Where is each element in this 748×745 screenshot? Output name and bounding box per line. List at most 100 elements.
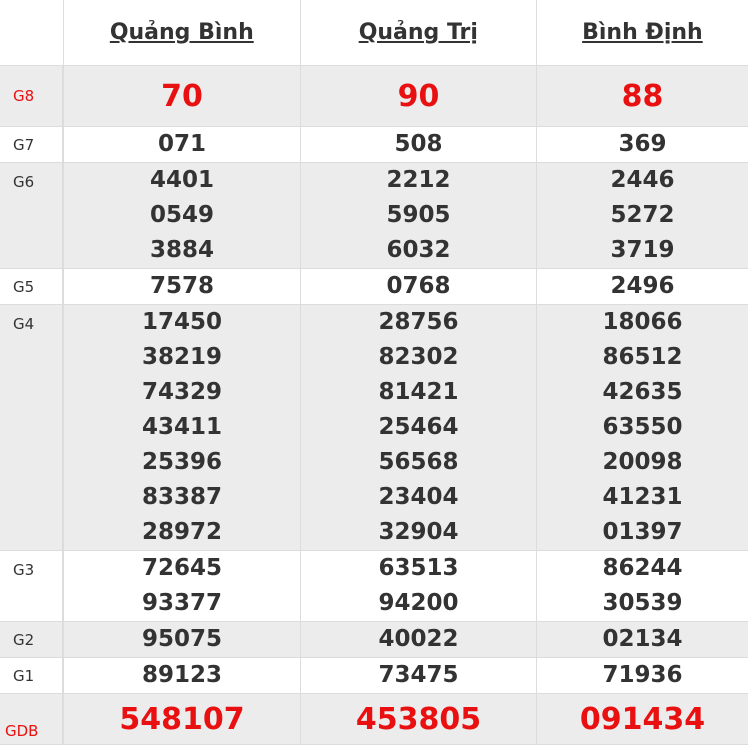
result-cell: 70 — [63, 66, 300, 126]
result-number: 42635 — [602, 379, 683, 405]
prize-label: G6 — [0, 163, 63, 268]
result-number: 30539 — [602, 590, 683, 616]
prize-label: G7 — [0, 127, 63, 162]
table-row-g7: G7 071 508 369 — [0, 127, 748, 163]
result-number: 90 — [397, 78, 440, 114]
result-number: 32904 — [378, 519, 459, 545]
result-cell: 73475 — [300, 658, 536, 693]
result-cell: 071 — [63, 127, 300, 162]
result-cell: 508 — [300, 127, 536, 162]
prize-label: G8 — [0, 66, 63, 126]
result-number: 7578 — [149, 273, 214, 299]
result-cell: 28756 82302 81421 25464 56568 23404 32904 — [300, 305, 536, 550]
result-number: 5272 — [610, 202, 675, 228]
result-number: 41231 — [602, 484, 683, 510]
table-row-g8: G8 70 90 88 — [0, 66, 748, 127]
result-number: 28972 — [141, 519, 223, 545]
result-number: 73475 — [378, 662, 459, 688]
result-cell: 89123 — [63, 658, 300, 693]
result-cell: 72645 93377 — [63, 551, 300, 621]
prize-label: G3 — [0, 551, 63, 621]
result-number: 88 — [621, 78, 664, 114]
result-cell: 0768 — [300, 269, 536, 304]
result-number: 63550 — [602, 414, 683, 440]
result-number: 508 — [394, 131, 443, 157]
result-number: 95075 — [141, 626, 223, 652]
result-number: 82302 — [378, 344, 459, 370]
result-number: 23404 — [378, 484, 459, 510]
result-number: 89123 — [141, 662, 223, 688]
result-number: 56568 — [378, 449, 459, 475]
table-row-g2: G2 95075 40022 02134 — [0, 622, 748, 658]
result-cell: 86244 30539 — [536, 551, 748, 621]
column-header-quang-tri[interactable]: Quảng Trị — [299, 0, 536, 65]
result-cell: 40022 — [300, 622, 536, 657]
result-number: 81421 — [378, 379, 459, 405]
table-row-g3: G3 72645 93377 63513 94200 86244 30539 — [0, 551, 748, 622]
table-row-g4: G4 17450 38219 74329 43411 25396 83387 28972 287… — [0, 305, 748, 551]
result-number: 38219 — [141, 344, 223, 370]
result-number: 17450 — [141, 309, 223, 335]
result-number: 4401 — [149, 167, 214, 193]
table-body: G8 70 90 88 G7 071 508 369 G6 4401 0549 3884 2212 590… — [0, 66, 748, 745]
result-number: 43411 — [141, 414, 223, 440]
column-header-quang-binh[interactable]: Quảng Bình — [62, 0, 300, 65]
column-header-binh-dinh[interactable]: Bình Định — [535, 0, 748, 65]
prize-label: G1 — [0, 658, 63, 693]
result-number: 0549 — [149, 202, 214, 228]
result-number: 28756 — [378, 309, 459, 335]
result-number: 86244 — [602, 555, 683, 581]
result-cell: 369 — [536, 127, 748, 162]
prize-label: G5 — [0, 269, 63, 304]
result-cell: 548107 — [63, 694, 300, 744]
result-number: 369 — [618, 131, 667, 157]
result-number: 0768 — [386, 273, 451, 299]
result-cell: 90 — [300, 66, 536, 126]
result-number: 2212 — [386, 167, 451, 193]
result-cell: 63513 94200 — [300, 551, 536, 621]
table-row-g6: G6 4401 0549 3884 2212 5905 6032 2446 5272 3719 — [0, 163, 748, 269]
result-cell: 71936 — [536, 658, 748, 693]
result-number: 453805 — [355, 701, 482, 737]
result-cell: 091434 — [536, 694, 748, 744]
result-cell: 95075 — [63, 622, 300, 657]
result-cell: 88 — [536, 66, 748, 126]
result-cell: 2212 5905 6032 — [300, 163, 536, 268]
table-header: Quảng Bình Quảng Trị Bình Định — [0, 0, 748, 66]
result-number: 71936 — [602, 662, 683, 688]
result-number: 5905 — [386, 202, 451, 228]
result-cell: 17450 38219 74329 43411 25396 83387 28972 — [63, 305, 300, 550]
result-cell: 2446 5272 3719 — [536, 163, 748, 268]
result-number: 071 — [157, 131, 206, 157]
result-number: 63513 — [378, 555, 459, 581]
table-row-gdb: GDB 548107 453805 091434 — [0, 694, 748, 745]
result-number: 40022 — [378, 626, 459, 652]
prize-label: G4 — [0, 305, 63, 550]
result-number: 6032 — [386, 237, 451, 263]
result-cell: 02134 — [536, 622, 748, 657]
table-row-g1: G1 89123 73475 71936 — [0, 658, 748, 694]
result-number: 74329 — [141, 379, 223, 405]
result-number: 091434 — [579, 701, 706, 737]
result-number: 18066 — [602, 309, 683, 335]
result-number: 2496 — [610, 273, 675, 299]
table-row-g5: G5 7578 0768 2496 — [0, 269, 748, 305]
result-number: 3884 — [149, 237, 214, 263]
result-number: 25464 — [378, 414, 459, 440]
result-number: 72645 — [141, 555, 223, 581]
result-cell: 7578 — [63, 269, 300, 304]
result-number: 01397 — [602, 519, 683, 545]
result-number: 70 — [161, 78, 203, 114]
result-number: 25396 — [141, 449, 223, 475]
result-number: 02134 — [602, 626, 683, 652]
result-number: 548107 — [119, 701, 245, 737]
result-number: 86512 — [602, 344, 683, 370]
lottery-results-table: Quảng Bình Quảng Trị Bình Định G8 70 90 88 G… — [0, 0, 748, 745]
result-number: 20098 — [602, 449, 683, 475]
prize-label: G2 — [0, 622, 63, 657]
result-number: 93377 — [141, 590, 223, 616]
result-number: 3719 — [610, 237, 675, 263]
result-number: 94200 — [378, 590, 459, 616]
result-cell: 18066 86512 42635 63550 20098 41231 01397 — [536, 305, 748, 550]
result-number: 83387 — [141, 484, 223, 510]
